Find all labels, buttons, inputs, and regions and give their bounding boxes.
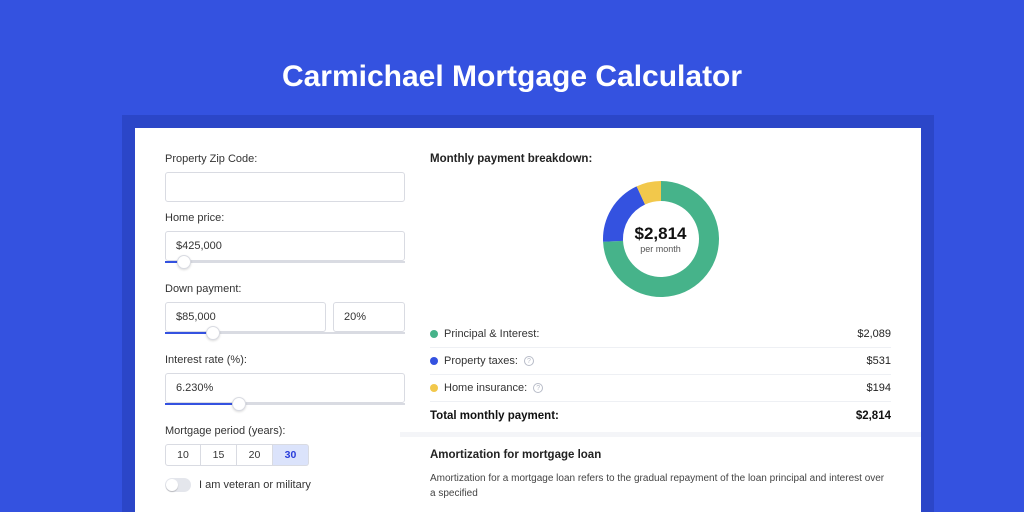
mortgage-period-options: 10152030 xyxy=(165,444,405,466)
amortization-text: Amortization for a mortgage loan refers … xyxy=(430,471,891,501)
legend-dot-icon xyxy=(430,330,438,338)
legend-row: Property taxes:? $531 xyxy=(430,348,891,375)
legend-label: Principal & Interest: xyxy=(444,328,539,340)
period-option-15[interactable]: 15 xyxy=(201,444,237,466)
legend-dot-icon xyxy=(430,357,438,365)
legend-row: Home insurance:? $194 xyxy=(430,375,891,402)
breakdown-column: Monthly payment breakdown: $2,814 per mo… xyxy=(430,153,891,512)
mortgage-period-label: Mortgage period (years): xyxy=(165,425,405,437)
interest-rate-slider[interactable] xyxy=(165,401,405,415)
home-price-label: Home price: xyxy=(165,212,405,224)
total-label: Total monthly payment: xyxy=(430,410,559,422)
down-payment-percent-input[interactable] xyxy=(333,302,405,332)
period-option-20[interactable]: 20 xyxy=(237,444,273,466)
mortgage-period-field: Mortgage period (years): 10152030 xyxy=(165,425,405,466)
home-price-slider[interactable] xyxy=(165,259,405,273)
legend-value: $2,089 xyxy=(857,328,891,340)
veteran-toggle[interactable] xyxy=(165,478,191,492)
amortization-heading: Amortization for mortgage loan xyxy=(430,449,891,461)
donut-center: $2,814 per month xyxy=(635,224,687,254)
home-price-field: Home price: xyxy=(165,212,405,273)
zip-input[interactable] xyxy=(165,172,405,202)
total-value: $2,814 xyxy=(856,410,891,422)
legend: Principal & Interest: $2,089 Property taxe… xyxy=(430,321,891,402)
page-title: Carmichael Mortgage Calculator xyxy=(0,0,1024,122)
legend-label: Home insurance: xyxy=(444,382,527,394)
total-row: Total monthly payment: $2,814 xyxy=(430,402,891,432)
down-payment-field: Down payment: xyxy=(165,283,405,344)
info-icon[interactable]: ? xyxy=(533,383,543,393)
interest-rate-field: Interest rate (%): xyxy=(165,354,405,415)
legend-label: Property taxes: xyxy=(444,355,518,367)
divider xyxy=(400,432,921,437)
info-icon[interactable]: ? xyxy=(524,356,534,366)
donut-amount: $2,814 xyxy=(635,224,687,244)
down-payment-slider[interactable] xyxy=(165,330,405,344)
veteran-row: I am veteran or military xyxy=(165,478,405,492)
down-payment-input[interactable] xyxy=(165,302,326,332)
interest-rate-input[interactable] xyxy=(165,373,405,403)
legend-row: Principal & Interest: $2,089 xyxy=(430,321,891,348)
interest-rate-label: Interest rate (%): xyxy=(165,354,405,366)
home-price-input[interactable] xyxy=(165,231,405,261)
legend-dot-icon xyxy=(430,384,438,392)
down-payment-label: Down payment: xyxy=(165,283,405,295)
breakdown-heading: Monthly payment breakdown: xyxy=(430,153,891,165)
donut-chart: $2,814 per month xyxy=(430,179,891,299)
period-option-10[interactable]: 10 xyxy=(165,444,201,466)
legend-value: $531 xyxy=(867,355,891,367)
calculator-panel: Property Zip Code: Home price: Down paym… xyxy=(135,128,921,512)
donut-sub: per month xyxy=(635,244,687,254)
zip-field: Property Zip Code: xyxy=(165,153,405,202)
inputs-column: Property Zip Code: Home price: Down paym… xyxy=(165,153,405,512)
period-option-30[interactable]: 30 xyxy=(273,444,309,466)
legend-value: $194 xyxy=(867,382,891,394)
zip-label: Property Zip Code: xyxy=(165,153,405,165)
veteran-label: I am veteran or military xyxy=(199,479,311,491)
